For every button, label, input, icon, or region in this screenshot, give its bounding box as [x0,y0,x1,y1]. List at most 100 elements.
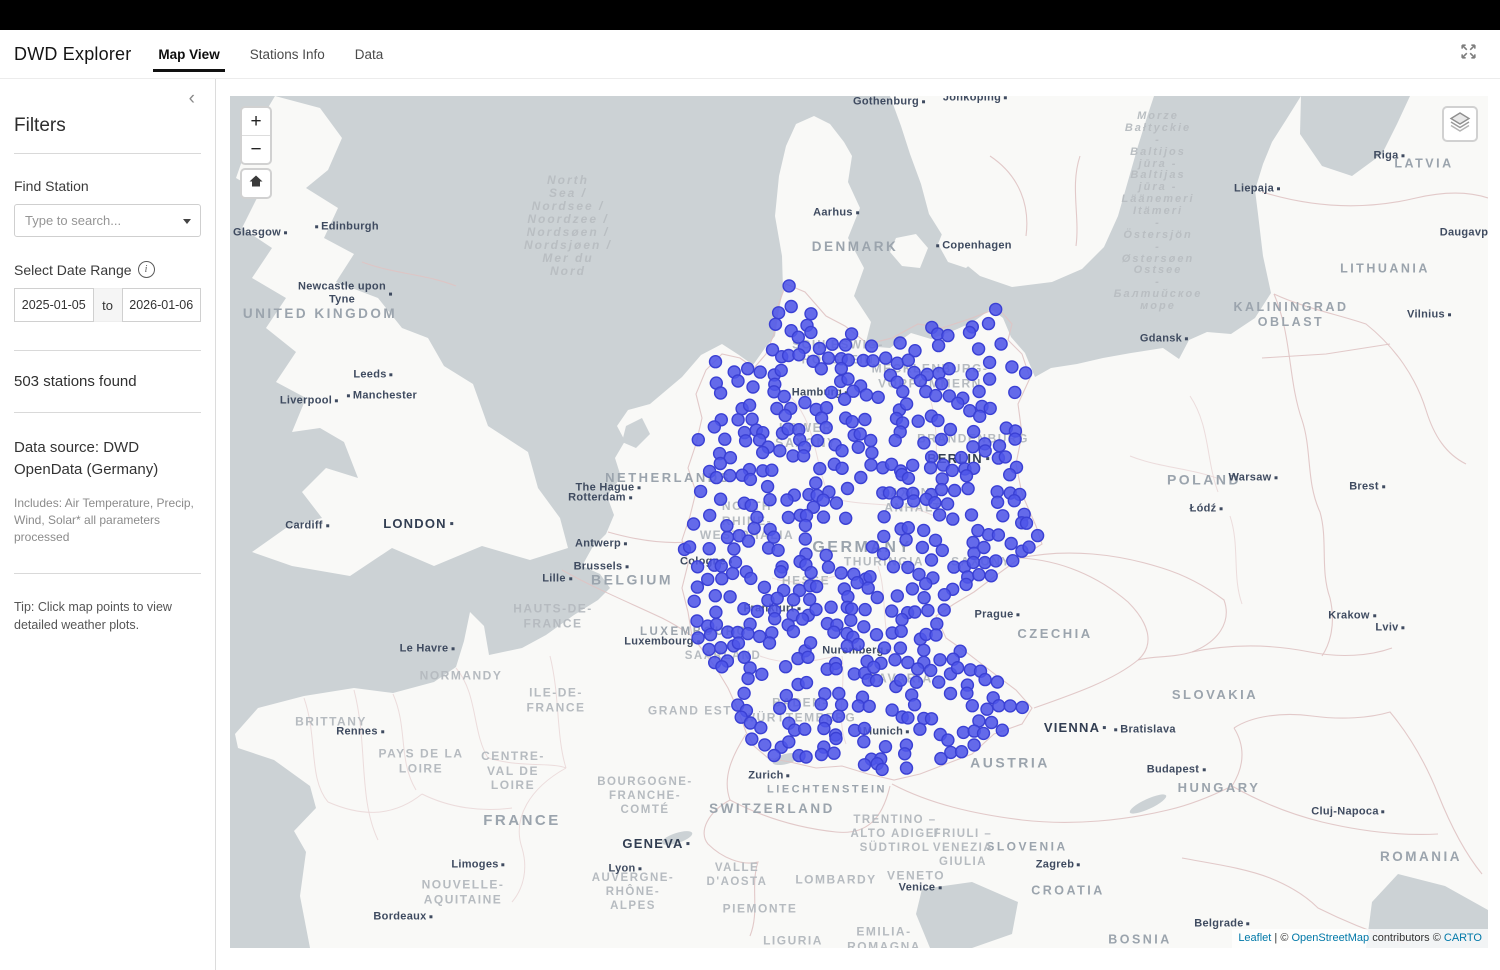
station-marker[interactable] [709,590,721,602]
fullscreen-button[interactable] [1451,30,1486,78]
station-marker[interactable] [878,548,890,560]
station-marker[interactable] [744,399,756,411]
station-marker[interactable] [996,724,1008,736]
station-marker[interactable] [914,723,926,735]
home-button[interactable] [240,168,272,199]
station-marker[interactable] [708,421,720,433]
station-marker[interactable] [968,426,980,438]
station-marker[interactable] [863,700,875,712]
station-marker[interactable] [912,663,924,675]
station-marker[interactable] [710,606,722,618]
station-marker[interactable] [931,618,943,630]
station-marker[interactable] [823,561,835,573]
station-marker[interactable] [966,368,978,380]
station-marker[interactable] [842,373,854,385]
station-marker[interactable] [785,301,797,313]
station-marker[interactable] [973,569,985,581]
station-marker[interactable] [866,340,878,352]
station-marker[interactable] [762,481,774,493]
zoom-in-button[interactable]: + [242,108,270,136]
station-marker[interactable] [773,307,785,319]
station-marker[interactable] [820,422,832,434]
station-marker[interactable] [930,390,942,402]
station-marker[interactable] [805,567,817,579]
station-marker[interactable] [842,483,854,495]
station-marker[interactable] [936,544,948,556]
station-marker[interactable] [810,604,822,616]
station-marker[interactable] [728,543,740,555]
station-marker[interactable] [751,511,763,523]
station-marker[interactable] [768,750,780,762]
station-marker[interactable] [938,589,950,601]
station-marker[interactable] [833,710,845,722]
station-marker[interactable] [743,535,755,547]
station-marker[interactable] [788,594,800,606]
station-marker[interactable] [968,739,980,751]
station-marker[interactable] [944,424,956,436]
station-marker[interactable] [715,642,727,654]
station-marker[interactable] [978,542,990,554]
station-marker[interactable] [955,452,967,464]
station-marker[interactable] [1009,433,1021,445]
station-marker[interactable] [990,555,1002,567]
station-marker[interactable] [866,541,878,553]
station-marker[interactable] [909,606,921,618]
station-marker[interactable] [692,632,704,644]
station-marker[interactable] [922,605,934,617]
station-marker[interactable] [1021,517,1033,529]
station-marker[interactable] [715,493,727,505]
station-marker[interactable] [846,416,858,428]
station-marker[interactable] [684,541,696,553]
station-marker[interactable] [755,722,767,734]
station-marker[interactable] [859,414,871,426]
station-marker[interactable] [744,473,756,485]
station-marker[interactable] [895,674,907,686]
station-marker[interactable] [816,749,828,761]
station-marker[interactable] [952,662,964,674]
station-marker[interactable] [961,687,973,699]
station-marker[interactable] [920,578,932,590]
station-marker[interactable] [943,363,955,375]
station-marker[interactable] [942,734,954,746]
map-canvas[interactable]: North Sea / Nordsee / Noordzee / Nordsøe… [230,96,1488,948]
station-marker[interactable] [858,621,870,633]
station-marker[interactable] [961,470,973,482]
station-marker[interactable] [846,328,858,340]
station-marker[interactable] [918,644,930,656]
station-marker[interactable] [702,573,714,585]
station-marker[interactable] [930,629,942,641]
station-marker[interactable] [897,386,909,398]
station-marker[interactable] [710,472,722,484]
station-marker[interactable] [872,391,884,403]
station-marker[interactable] [764,637,776,649]
station-marker[interactable] [805,326,817,338]
station-marker[interactable] [991,676,1003,688]
station-marker[interactable] [906,583,918,595]
station-marker[interactable] [691,581,703,593]
layers-control[interactable] [1442,106,1478,142]
station-marker[interactable] [901,762,913,774]
station-marker[interactable] [814,343,826,355]
station-marker[interactable] [934,509,946,521]
station-marker[interactable] [778,391,790,403]
station-marker[interactable] [811,435,823,447]
station-marker[interactable] [949,485,961,497]
station-marker[interactable] [973,343,985,355]
station-marker[interactable] [1004,700,1016,712]
station-marker[interactable] [918,437,930,449]
station-marker[interactable] [740,435,752,447]
station-marker[interactable] [793,349,805,361]
station-marker[interactable] [934,654,946,666]
station-marker[interactable] [825,601,837,613]
station-marker[interactable] [859,604,871,616]
station-marker[interactable] [899,748,911,760]
station-marker[interactable] [732,375,744,387]
station-marker[interactable] [967,441,979,453]
station-marker[interactable] [836,445,848,457]
station-marker[interactable] [746,733,758,745]
station-marker[interactable] [902,712,914,724]
info-icon[interactable]: i [138,261,155,278]
station-marker[interactable] [779,410,791,422]
station-marker[interactable] [766,464,778,476]
openstreetmap-link[interactable]: OpenStreetMap [1291,932,1369,944]
